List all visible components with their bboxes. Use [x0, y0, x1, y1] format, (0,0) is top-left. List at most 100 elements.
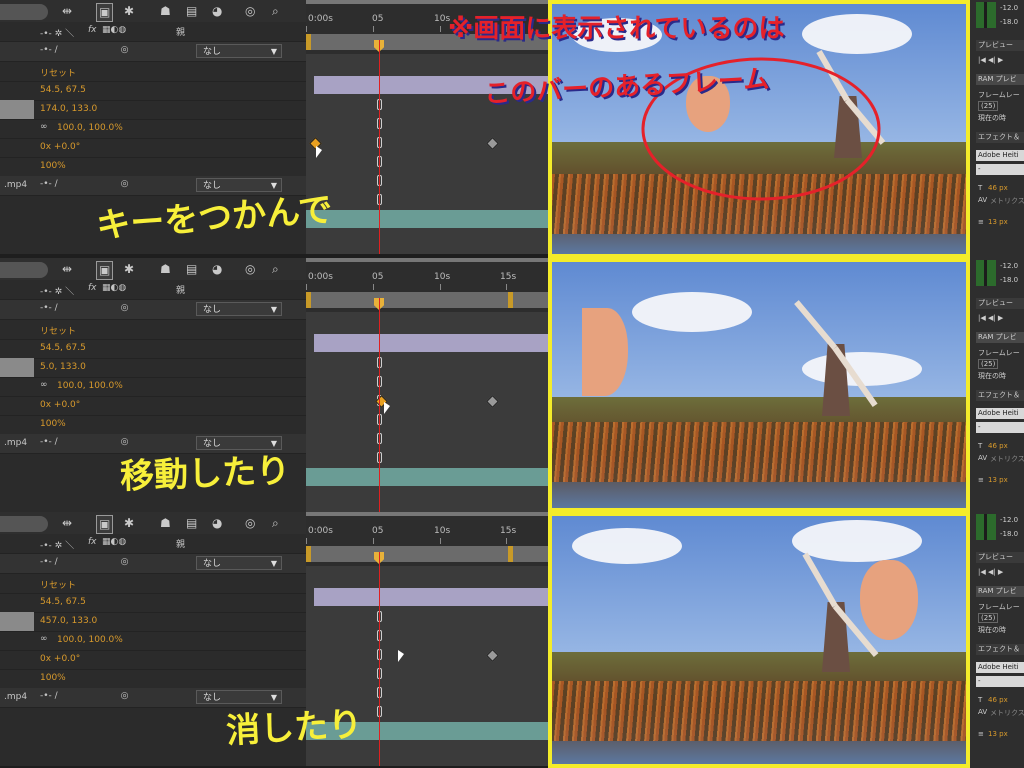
constrain-link-icon[interactable]: ∞ — [40, 634, 48, 644]
layer-switches[interactable]: -•- / ◎ — [40, 303, 129, 313]
motion-blur-icon[interactable]: ◕ — [212, 261, 222, 278]
fx-switch[interactable]: fx — [88, 537, 97, 547]
frame-blend-icon[interactable]: ▤ — [186, 515, 197, 532]
layer-row[interactable]: -•- / ◎ なし ▼ — [0, 42, 306, 62]
timeline-track-area[interactable] — [306, 312, 548, 512]
playback-controls[interactable]: |◀ ◀| ▶ — [978, 56, 1003, 64]
position-keyframe-end[interactable] — [486, 649, 499, 662]
font-size-value[interactable]: 46 px — [988, 442, 1008, 450]
reset-link[interactable]: リセット — [40, 324, 76, 337]
font-size-value[interactable]: 46 px — [988, 696, 1008, 704]
comp-flowchart-icon[interactable]: ▣ — [96, 515, 114, 534]
comp-flowchart-icon[interactable]: ▣ — [96, 3, 114, 22]
opacity-value[interactable]: 100% — [40, 673, 66, 683]
time-ruler[interactable]: 0:00s 05 10s 15s — [306, 258, 548, 312]
work-area-end-handle[interactable] — [508, 292, 513, 308]
scale-value[interactable]: 100.0, 100.0% — [57, 381, 123, 391]
font-style-select[interactable]: - — [976, 164, 1024, 175]
constrain-link-icon[interactable]: ∞ — [40, 122, 48, 132]
current-time-checkbox[interactable]: 現在の時 — [978, 371, 1006, 381]
stroke-width-value[interactable]: 13 px — [988, 218, 1008, 226]
layer-switches[interactable]: -•- / ◎ — [40, 45, 129, 55]
font-name-select[interactable]: Adobe Heiti — [976, 408, 1024, 419]
rotation-value[interactable]: 0x +0.0° — [40, 400, 80, 410]
draft-3d-icon[interactable]: ✱ — [124, 3, 134, 20]
brainstorm-icon[interactable]: ◎ — [245, 261, 255, 278]
ram-preview-options[interactable]: RAM プレビ — [976, 74, 1024, 85]
position-value[interactable]: 5.0, 133.0 — [40, 362, 86, 372]
frame-blend-icon[interactable]: ▤ — [186, 261, 197, 278]
layer-switches[interactable]: -•- / ◎ — [40, 557, 129, 567]
layer-row[interactable]: -•- / ◎ なし ▼ — [0, 300, 306, 320]
frame-rate-select[interactable]: (25) — [978, 613, 999, 623]
hide-shy-icon[interactable]: ☗ — [160, 261, 171, 278]
parent-dropdown[interactable]: なし ▼ — [196, 556, 282, 570]
search-input[interactable] — [0, 262, 48, 278]
brainstorm-icon[interactable]: ◎ — [245, 3, 255, 20]
work-area-bar[interactable] — [306, 292, 548, 308]
graph-icon[interactable]: ⌕ — [272, 515, 279, 532]
preview-panel-tab[interactable]: プレビュー — [976, 552, 1024, 563]
work-area-bar[interactable] — [306, 546, 548, 562]
font-size-value[interactable]: 46 px — [988, 184, 1008, 192]
effects-panel-tab[interactable]: エフェクト＆ — [976, 644, 1024, 655]
position-keyframe-end[interactable] — [486, 137, 499, 150]
tracking-label[interactable]: メトリクス — [990, 196, 1024, 206]
graph-icon[interactable]: ⌕ — [272, 3, 279, 20]
video-layer-bar[interactable] — [306, 210, 548, 228]
anchor-point-value[interactable]: 54.5, 67.5 — [40, 343, 86, 353]
layer-row[interactable]: -•- / ◎ なし ▼ — [0, 554, 306, 574]
motion-blur-icon[interactable]: ◕ — [212, 3, 222, 20]
graph-editor-icon[interactable]: ⇹ — [62, 3, 72, 20]
parent-dropdown[interactable]: なし ▼ — [196, 44, 282, 58]
font-name-select[interactable]: Adobe Heiti — [976, 662, 1024, 673]
rotation-value[interactable]: 0x +0.0° — [40, 654, 80, 664]
search-input[interactable] — [0, 516, 48, 532]
search-input[interactable] — [0, 4, 48, 20]
anchor-point-value[interactable]: 54.5, 67.5 — [40, 597, 86, 607]
font-style-select[interactable]: - — [976, 422, 1024, 433]
stroke-width-value[interactable]: 13 px — [988, 730, 1008, 738]
face-image[interactable] — [860, 560, 918, 640]
playback-controls[interactable]: |◀ ◀| ▶ — [978, 314, 1003, 322]
effects-panel-tab[interactable]: エフェクト＆ — [976, 390, 1024, 401]
scale-value[interactable]: 100.0, 100.0% — [57, 123, 123, 133]
position-value[interactable]: 457.0, 133.0 — [40, 616, 97, 626]
tracking-label[interactable]: メトリクス — [990, 708, 1024, 718]
hide-shy-icon[interactable]: ☗ — [160, 3, 171, 20]
motion-blur-icon[interactable]: ◕ — [212, 515, 222, 532]
position-value[interactable]: 174.0, 133.0 — [40, 104, 97, 114]
effects-panel-tab[interactable]: エフェクト＆ — [976, 132, 1024, 143]
layer-switches[interactable]: -•- / ◎ — [40, 437, 129, 447]
composition-viewer-2[interactable] — [548, 258, 970, 512]
font-name-select[interactable]: Adobe Heiti — [976, 150, 1024, 161]
face-image[interactable] — [582, 308, 628, 396]
reset-link[interactable]: リセット — [40, 578, 76, 591]
layer-switches[interactable]: -•- / ◎ — [40, 179, 129, 189]
opacity-value[interactable]: 100% — [40, 161, 66, 171]
frame-rate-select[interactable]: (25) — [978, 359, 999, 369]
ram-preview-options[interactable]: RAM プレビ — [976, 332, 1024, 343]
fx-switch[interactable]: fx — [88, 283, 97, 293]
work-area-start-handle[interactable] — [306, 34, 311, 50]
draft-3d-icon[interactable]: ✱ — [124, 261, 134, 278]
tracking-label[interactable]: メトリクス — [990, 454, 1024, 464]
solid-layer-bar[interactable] — [314, 334, 548, 352]
video-layer-bar[interactable] — [306, 468, 548, 486]
rotation-value[interactable]: 0x +0.0° — [40, 142, 80, 152]
constrain-link-icon[interactable]: ∞ — [40, 380, 48, 390]
graph-editor-icon[interactable]: ⇹ — [62, 515, 72, 532]
reset-link[interactable]: リセット — [40, 66, 76, 79]
current-time-checkbox[interactable]: 現在の時 — [978, 113, 1006, 123]
scale-value[interactable]: 100.0, 100.0% — [57, 635, 123, 645]
work-area-end-handle[interactable] — [508, 546, 513, 562]
composition-viewer-3[interactable] — [548, 512, 970, 768]
graph-icon[interactable]: ⌕ — [272, 261, 279, 278]
frame-blend-icon[interactable]: ▤ — [186, 3, 197, 20]
draft-3d-icon[interactable]: ✱ — [124, 515, 134, 532]
current-time-checkbox[interactable]: 現在の時 — [978, 625, 1006, 635]
stroke-width-value[interactable]: 13 px — [988, 476, 1008, 484]
playback-controls[interactable]: |◀ ◀| ▶ — [978, 568, 1003, 576]
solid-layer-bar[interactable] — [314, 588, 548, 606]
work-area-start-handle[interactable] — [306, 546, 311, 562]
